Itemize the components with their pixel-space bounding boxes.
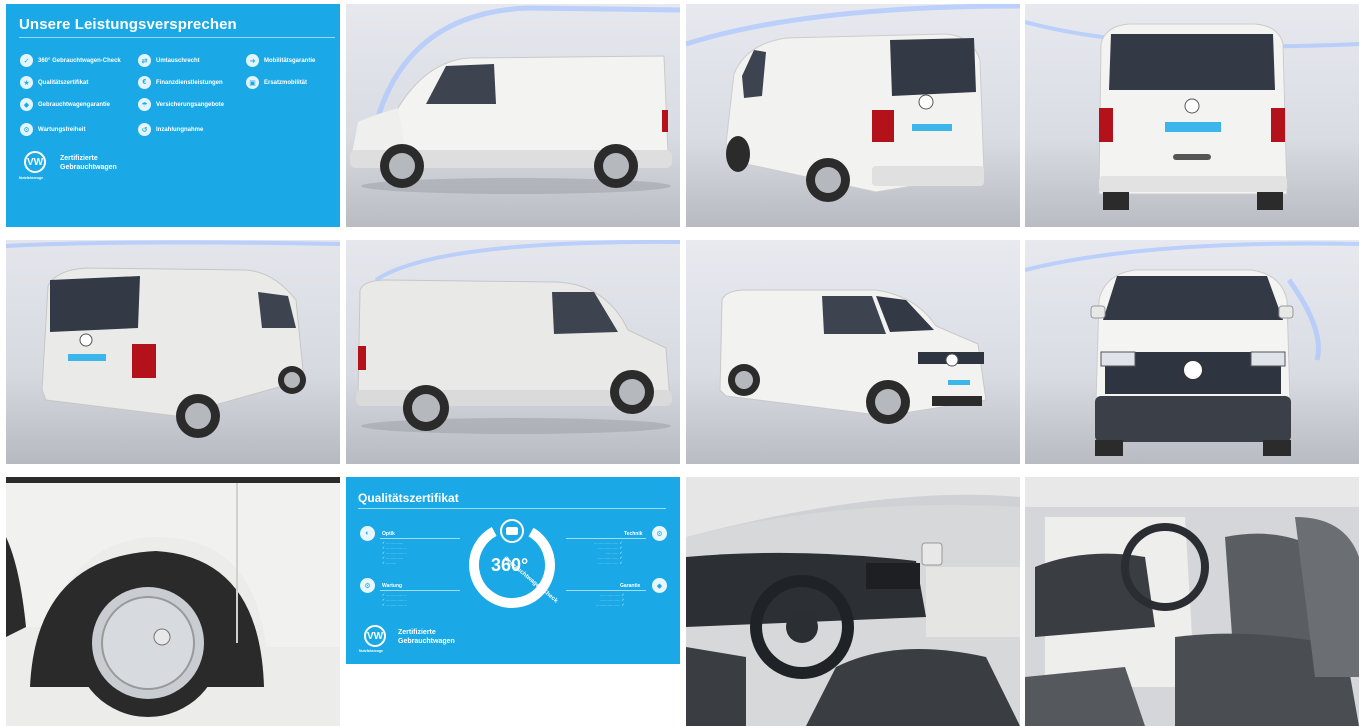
vw-logo-icon: VW (364, 625, 386, 647)
gallery-photo-front-right[interactable] (686, 240, 1020, 464)
replacement-car-icon: ▣ (246, 76, 259, 89)
gallery-tile-certificate[interactable]: Qualitätszertifikat ◐ Optik ✓ …………… ✓ ………… (346, 477, 680, 664)
certificate-icon: ★ (20, 76, 33, 89)
section-wartung: Wartung (382, 583, 403, 589)
trade-in-icon: ↺ (138, 123, 151, 136)
promise-item: ⚙ Wartungsfreiheit (20, 123, 85, 136)
maintenance-icon: ⚙ (20, 123, 33, 136)
promise-item: ★ Qualitätszertifikat (20, 76, 88, 89)
gallery-photo-side-left[interactable] (346, 4, 680, 227)
divider (566, 538, 646, 539)
certificate-title: Qualitätszertifikat (358, 491, 459, 505)
promise-item: ◆ Gebrauchtwagengarantie (20, 98, 110, 111)
gallery-photo-wheel[interactable] (6, 477, 340, 726)
promise-item: ▣ Ersatzmobilität (246, 76, 307, 89)
gallery-photo-side-right[interactable] (346, 240, 680, 464)
section-technik: Technik (624, 531, 643, 537)
divider (380, 538, 460, 539)
promise-item: ⇄ Umtauschrecht (138, 54, 200, 67)
check-list: ✓ …………… ✓ ……………… ✓ ……………… ✓ …………… ✓ ……… (382, 541, 407, 565)
gallery-photo-front[interactable] (1025, 240, 1359, 464)
garantie-icon: ◆ (652, 578, 667, 593)
exchange-icon: ⇄ (138, 54, 151, 67)
finance-icon: € (138, 76, 151, 89)
maintenance-icon: ⚙ (360, 578, 375, 593)
gallery-tile-promises[interactable]: Unsere Leistungsversprechen ✓ 360° Gebrau… (6, 4, 340, 227)
check-list: ……………… ✓……………… ✓………………… ✓ (596, 593, 625, 607)
brand-small: Nutzfahrzeuge (359, 649, 384, 653)
divider (19, 37, 335, 38)
gallery-photo-rear[interactable] (1025, 4, 1359, 227)
promise-item: ➜ Mobilitätsgarantie (246, 54, 315, 67)
brand-small: Nutzfahrzeuge (19, 176, 44, 180)
photo-gallery: Unsere Leistungsversprechen ✓ 360° Gebrau… (0, 0, 1365, 726)
promise-item: € Finanzdienstleistungen (138, 76, 223, 89)
gallery-photo-cockpit[interactable] (686, 477, 1020, 726)
check-list: ………………… ✓……………… ✓………… ✓……………… ✓……………… ✓ (594, 541, 623, 565)
divider (358, 508, 666, 509)
gallery-photo-rear-left[interactable] (686, 4, 1020, 227)
promises-title: Unsere Leistungsversprechen (19, 16, 237, 33)
divider (380, 590, 460, 591)
brand-text: Zertifizierte Gebrauchtwagen (398, 629, 455, 645)
insurance-icon: ☂ (138, 98, 151, 111)
promise-item: ↺ Inzahlungnahme (138, 123, 203, 136)
section-garantie: Garantie (620, 583, 641, 589)
vw-logo-icon: VW (24, 151, 46, 173)
gallery-photo-rear-right[interactable] (6, 240, 340, 464)
mobility-icon: ➜ (246, 54, 259, 67)
paint-icon: ◐ (360, 526, 375, 541)
warranty-icon: ◆ (20, 98, 33, 111)
divider (566, 590, 646, 591)
check-list: ✓ ……………… ✓ ……………… ✓ ……………… (382, 593, 407, 607)
promise-item: ☂ Versicherungsangebote (138, 98, 224, 111)
technik-icon: ⚙ (652, 526, 667, 541)
brand-text: Zertifizierte Gebrauchtwagen (60, 155, 117, 171)
promise-item: ✓ 360° Gebrauchtwagen-Check (20, 54, 121, 67)
check-360-icon: ✓ (20, 54, 33, 67)
section-optik: Optik (382, 531, 395, 537)
gallery-photo-interior-seats[interactable] (1025, 477, 1359, 726)
